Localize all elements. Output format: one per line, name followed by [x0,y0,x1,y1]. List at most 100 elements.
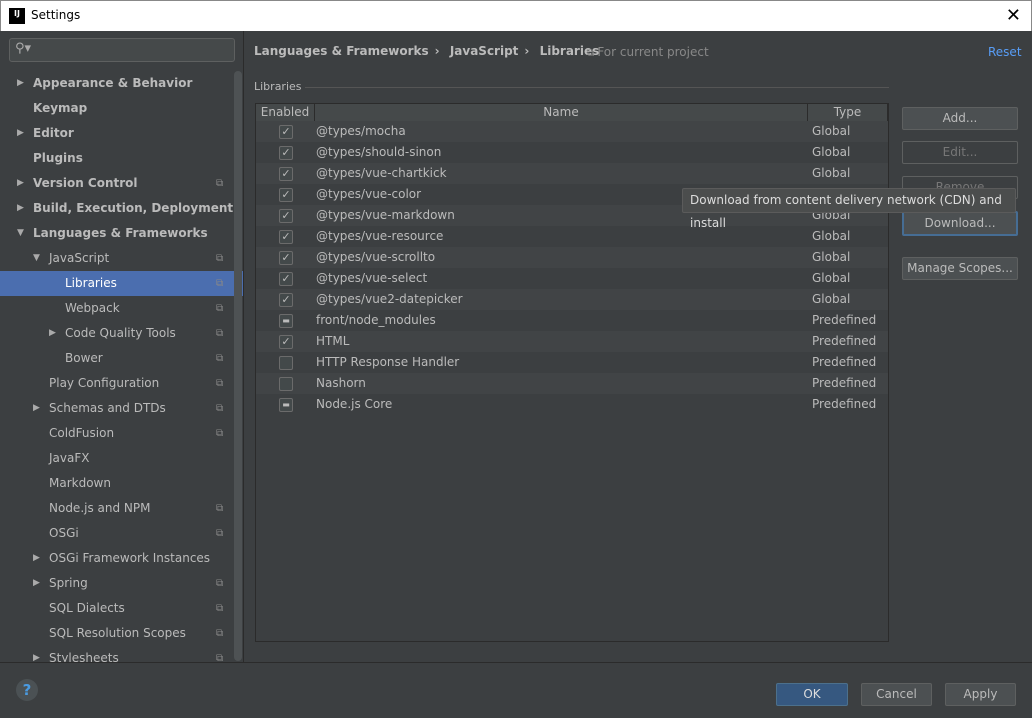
divider [305,87,889,88]
sidebar-item[interactable]: Bower ⧉ [0,346,243,371]
enabled-checkbox[interactable]: ✓ [279,146,293,160]
table-row[interactable]: HTTP Response Handler Predefined [256,352,888,373]
chevron-right-icon[interactable]: ▶ [17,121,24,146]
library-type: Predefined [812,376,877,390]
enabled-checkbox[interactable]: ✓ [279,125,293,139]
project-scope-icon: ⧉ [216,353,224,364]
reset-link[interactable]: Reset [988,45,1022,59]
chevron-right-icon[interactable]: ▶ [49,321,56,346]
column-name[interactable]: Name [315,104,808,122]
table-row[interactable]: ▬ front/node_modules Predefined [256,310,888,331]
enabled-checkbox[interactable]: ✓ [279,188,293,202]
search-icon: ⚲▾ [15,41,32,56]
sidebar-item[interactable]: SQL Dialects ⧉ [0,596,243,621]
sidebar-item[interactable]: ▶ Code Quality Tools ⧉ [0,321,243,346]
sidebar-item[interactable]: Plugins [0,146,243,171]
chevron-right-icon[interactable]: ▶ [33,646,40,662]
breadcrumb-item[interactable]: JavaScript [450,44,519,58]
sidebar-item-label: Spring [49,576,88,590]
sidebar-item-label: SQL Dialects [49,601,125,615]
sidebar-item[interactable]: Markdown [0,471,243,496]
project-scope-icon: ⧉ [216,178,224,189]
sidebar-item[interactable]: ▶ Appearance & Behavior [0,71,243,96]
sidebar-item-label: SQL Resolution Scopes [49,626,186,640]
enabled-checkbox[interactable]: ▬ [279,314,293,328]
enabled-checkbox[interactable]: ✓ [279,251,293,265]
table-row[interactable]: ✓ @types/vue-resource Global [256,226,888,247]
library-type: Predefined [812,313,877,327]
column-enabled[interactable]: Enabled [256,104,315,122]
sidebar-item[interactable]: ▶ Editor [0,121,243,146]
project-scope-icon: ⧉ [216,403,224,414]
chevron-right-icon[interactable]: ▶ [33,546,40,571]
library-type: Global [812,250,851,264]
chevron-down-icon[interactable]: ▼ [17,221,24,246]
chevron-right-icon[interactable]: ▶ [33,571,40,596]
sidebar-item[interactable]: SQL Resolution Scopes ⧉ [0,621,243,646]
sidebar-item[interactable]: ▼ JavaScript ⧉ [0,246,243,271]
table-row[interactable]: ✓ @types/vue-chartkick Global [256,163,888,184]
chevron-right-icon[interactable]: ▶ [17,196,24,221]
sidebar-item[interactable]: ▶ Spring ⧉ [0,571,243,596]
table-row[interactable]: ✓ @types/vue-select Global [256,268,888,289]
sidebar-item[interactable]: ▶ Schemas and DTDs ⧉ [0,396,243,421]
divider [0,662,1032,663]
table-row[interactable]: ✓ @types/should-sinon Global [256,142,888,163]
manage-scopes-button[interactable]: Manage Scopes... [902,257,1018,280]
enabled-checkbox[interactable]: ✓ [279,230,293,244]
sidebar-item[interactable]: ▶ Stylesheets ⧉ [0,646,243,662]
sidebar-item-label: Appearance & Behavior [33,76,193,90]
sidebar-item[interactable]: ▼ Languages & Frameworks [0,221,243,246]
sidebar-item[interactable]: OSGi ⧉ [0,521,243,546]
sidebar-item[interactable]: Libraries ⧉ [0,271,243,296]
sidebar-item[interactable]: Play Configuration ⧉ [0,371,243,396]
enabled-checkbox[interactable]: ✓ [279,335,293,349]
sidebar-item[interactable]: Webpack ⧉ [0,296,243,321]
enabled-checkbox[interactable]: ✓ [279,293,293,307]
edit-button[interactable]: Edit... [902,141,1018,164]
library-type: Predefined [812,355,877,369]
chevron-right-icon[interactable]: ▶ [17,71,24,96]
table-row[interactable]: ✓ HTML Predefined [256,331,888,352]
close-icon[interactable]: ✕ [1006,5,1021,26]
sidebar-item[interactable]: Node.js and NPM ⧉ [0,496,243,521]
sidebar-item[interactable]: ColdFusion ⧉ [0,421,243,446]
enabled-checkbox[interactable] [279,377,293,391]
enabled-checkbox[interactable]: ✓ [279,209,293,223]
table-row[interactable]: ✓ @types/vue2-datepicker Global [256,289,888,310]
chevron-right-icon[interactable]: ▶ [17,171,24,196]
scrollbar[interactable] [234,71,242,661]
cancel-button[interactable]: Cancel [861,683,932,706]
sidebar-item[interactable]: ▶ Version Control ⧉ [0,171,243,196]
enabled-checkbox[interactable] [279,356,293,370]
library-name: @types/should-sinon [316,145,442,159]
library-type: Global [812,124,851,138]
settings-tree: ⚲▾ ▶ Appearance & Behavior Keymap ▶ Editor Pl… [0,31,244,662]
sidebar-item-label: JavaFX [49,451,90,465]
chevron-down-icon[interactable]: ▼ [33,246,40,271]
enabled-checkbox[interactable]: ✓ [279,272,293,286]
sidebar-item-label: OSGi [49,526,79,540]
table-row[interactable]: ✓ @types/vue-scrollto Global [256,247,888,268]
sidebar-item[interactable]: ▶ Build, Execution, Deployment [0,196,243,221]
sidebar-item[interactable]: Keymap [0,96,243,121]
enabled-checkbox[interactable]: ✓ [279,167,293,181]
breadcrumb-item[interactable]: Languages & Frameworks [254,44,429,58]
table-row[interactable]: ▬ Node.js Core Predefined [256,394,888,415]
table-row[interactable]: ✓ @types/mocha Global [256,121,888,142]
chevron-right-icon[interactable]: ▶ [33,396,40,421]
sidebar-item[interactable]: ▶ OSGi Framework Instances [0,546,243,571]
sidebar-item[interactable]: JavaFX [0,446,243,471]
library-name: @types/vue2-datepicker [316,292,463,306]
enabled-checkbox[interactable]: ▬ [279,398,293,412]
download-button[interactable]: Download... [902,211,1018,236]
add-button[interactable]: Add... [902,107,1018,130]
project-scope-icon: ⧉ [216,578,224,589]
column-type[interactable]: Type [808,104,888,122]
help-icon[interactable]: ? [16,679,38,701]
table-row[interactable]: Nashorn Predefined [256,373,888,394]
ok-button[interactable]: OK [776,683,848,706]
search-input[interactable]: ⚲▾ [9,38,235,62]
apply-button[interactable]: Apply [945,683,1016,706]
sidebar-item-label: Play Configuration [49,376,160,390]
